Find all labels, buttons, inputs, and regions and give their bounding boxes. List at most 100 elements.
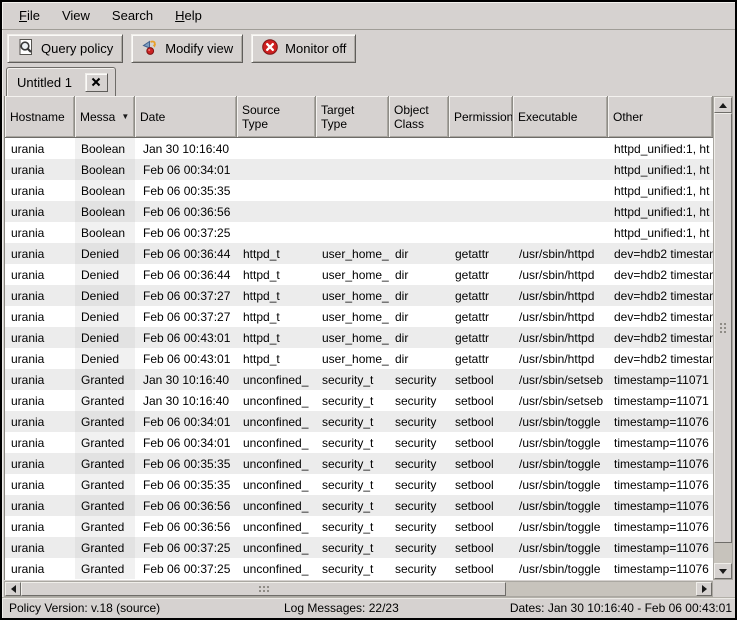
cell-executable: /usr/sbin/toggle — [513, 474, 608, 495]
cell-target_type: user_home_ — [316, 285, 389, 306]
close-icon — [91, 75, 101, 90]
table-row[interactable]: uraniaGrantedFeb 06 00:34:01unconfined_s… — [5, 411, 713, 432]
cell-object_class — [389, 180, 449, 201]
cell-executable: /usr/sbin/toggle — [513, 558, 608, 579]
menu-search[interactable]: Search — [101, 3, 164, 28]
table-row[interactable]: uraniaBooleanFeb 06 00:35:35httpd_unifie… — [5, 180, 713, 201]
column-header-source_type[interactable]: SourceType — [237, 96, 316, 137]
modify-view-button[interactable]: Modify view — [131, 34, 243, 63]
cell-permission — [449, 159, 513, 180]
log-messages-label: Log Messages: 22/23 — [274, 601, 504, 615]
column-header-hostname[interactable]: Hostname — [5, 96, 75, 137]
horizontal-scrollbar[interactable] — [4, 581, 713, 597]
menu-file[interactable]: File — [8, 3, 51, 28]
table-row[interactable]: uraniaDeniedFeb 06 00:37:27httpd_tuser_h… — [5, 285, 713, 306]
table-row[interactable]: uraniaGrantedFeb 06 00:37:25unconfined_s… — [5, 537, 713, 558]
cell-message: Denied — [75, 327, 135, 348]
vertical-scrollbar[interactable] — [713, 96, 733, 580]
vertical-scrollbar-thumb[interactable] — [714, 113, 732, 543]
column-header-other[interactable]: Other — [608, 96, 713, 137]
cell-permission: getattr — [449, 243, 513, 264]
cell-hostname: urania — [5, 516, 75, 537]
column-header-executable[interactable]: Executable — [513, 96, 608, 137]
tab-close-button[interactable] — [85, 73, 108, 92]
cell-target_type: user_home_ — [316, 327, 389, 348]
cell-source_type — [237, 201, 316, 222]
table-row[interactable]: uraniaGrantedFeb 06 00:37:25unconfined_s… — [5, 558, 713, 579]
cell-source_type: httpd_t — [237, 327, 316, 348]
cell-other: timestamp=11076 — [608, 537, 713, 558]
cell-message: Granted — [75, 558, 135, 579]
column-header-date[interactable]: Date — [135, 96, 237, 137]
cell-source_type: unconfined_ — [237, 516, 316, 537]
menu-help-mnemonic: H — [175, 8, 184, 23]
menu-help[interactable]: Help — [164, 3, 213, 28]
cell-source_type: unconfined_ — [237, 558, 316, 579]
scroll-left-button[interactable] — [5, 582, 21, 596]
table-row[interactable]: uraniaGrantedFeb 06 00:35:35unconfined_s… — [5, 474, 713, 495]
menubar: File View Search Help — [2, 2, 735, 30]
scroll-up-button[interactable] — [714, 97, 732, 113]
tab-untitled-1[interactable]: Untitled 1 — [6, 67, 116, 96]
policy-version-label: Policy Version: v.18 (source) — [2, 601, 274, 615]
menu-search-label: Search — [112, 8, 153, 23]
table-row[interactable]: uraniaGrantedFeb 06 00:35:35unconfined_s… — [5, 453, 713, 474]
cell-hostname: urania — [5, 495, 75, 516]
column-header-object_class[interactable]: ObjectClass — [389, 96, 449, 137]
cell-message: Denied — [75, 243, 135, 264]
scroll-down-button[interactable] — [714, 563, 732, 579]
column-header-target_type[interactable]: TargetType — [316, 96, 389, 137]
cell-permission: setbool — [449, 474, 513, 495]
table-row[interactable]: uraniaBooleanFeb 06 00:34:01httpd_unifie… — [5, 159, 713, 180]
monitor-off-icon — [261, 38, 279, 59]
table-row[interactable]: uraniaGrantedFeb 06 00:36:56unconfined_s… — [5, 495, 713, 516]
cell-date: Feb 06 00:34:01 — [135, 432, 237, 453]
cell-executable: /usr/sbin/httpd — [513, 306, 608, 327]
cell-executable: /usr/sbin/toggle — [513, 537, 608, 558]
cell-permission — [449, 180, 513, 201]
table-row[interactable]: uraniaGrantedFeb 06 00:36:56unconfined_s… — [5, 516, 713, 537]
table-row[interactable]: uraniaDeniedFeb 06 00:36:44httpd_tuser_h… — [5, 264, 713, 285]
cell-other: httpd_unified:1, ht — [608, 159, 713, 180]
table-row[interactable]: uraniaGrantedJan 30 10:16:40unconfined_s… — [5, 390, 713, 411]
monitor-off-button[interactable]: Monitor off — [251, 34, 356, 63]
cell-message: Denied — [75, 348, 135, 369]
table-row[interactable]: uraniaDeniedFeb 06 00:43:01httpd_tuser_h… — [5, 348, 713, 369]
column-header-message[interactable]: Messa▼ — [75, 96, 135, 137]
scroll-right-button[interactable] — [696, 582, 712, 596]
cell-target_type: security_t — [316, 411, 389, 432]
table-row[interactable]: uraniaBooleanFeb 06 00:37:25httpd_unifie… — [5, 222, 713, 243]
table-row[interactable]: uraniaBooleanFeb 06 00:36:56httpd_unifie… — [5, 201, 713, 222]
cell-executable: /usr/sbin/setseb — [513, 369, 608, 390]
column-header-permission[interactable]: Permission — [449, 96, 513, 137]
cell-source_type — [237, 138, 316, 159]
cell-hostname: urania — [5, 348, 75, 369]
horizontal-scrollbar-thumb[interactable] — [21, 582, 506, 596]
tab-label: Untitled 1 — [17, 75, 72, 90]
cell-permission: setbool — [449, 369, 513, 390]
log-table: HostnameMessa▼DateSourceTypeTargetTypeOb… — [4, 96, 713, 580]
cell-executable — [513, 138, 608, 159]
cell-other: dev=hdb2 timestam — [608, 285, 713, 306]
cell-target_type: user_home_ — [316, 348, 389, 369]
cell-date: Feb 06 00:35:35 — [135, 180, 237, 201]
cell-source_type: unconfined_ — [237, 495, 316, 516]
cell-message: Boolean — [75, 159, 135, 180]
cell-message: Boolean — [75, 201, 135, 222]
cell-message: Granted — [75, 474, 135, 495]
cell-executable: /usr/sbin/setseb — [513, 390, 608, 411]
cell-target_type: security_t — [316, 537, 389, 558]
table-row[interactable]: uraniaDeniedFeb 06 00:43:01httpd_tuser_h… — [5, 327, 713, 348]
cell-executable — [513, 222, 608, 243]
cell-executable: /usr/sbin/toggle — [513, 495, 608, 516]
table-row[interactable]: uraniaDeniedFeb 06 00:36:44httpd_tuser_h… — [5, 243, 713, 264]
cell-other: timestamp=11076 — [608, 516, 713, 537]
table-row[interactable]: uraniaBooleanJan 30 10:16:40httpd_unifie… — [5, 138, 713, 159]
menu-view[interactable]: View — [51, 3, 101, 28]
table-row[interactable]: uraniaDeniedFeb 06 00:37:27httpd_tuser_h… — [5, 306, 713, 327]
table-row[interactable]: uraniaGrantedJan 30 10:16:40unconfined_s… — [5, 369, 713, 390]
cell-permission — [449, 201, 513, 222]
table-row[interactable]: uraniaGrantedFeb 06 00:34:01unconfined_s… — [5, 432, 713, 453]
cell-hostname: urania — [5, 453, 75, 474]
query-policy-button[interactable]: Query policy — [7, 34, 123, 63]
